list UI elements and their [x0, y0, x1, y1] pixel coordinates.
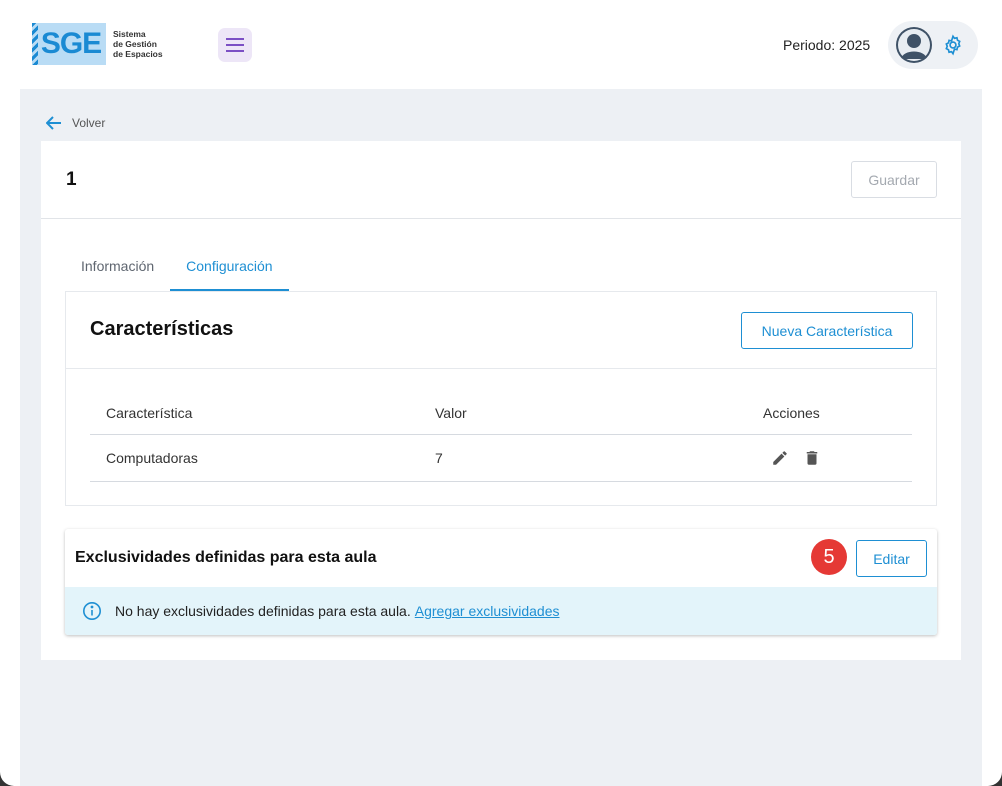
- gear-icon[interactable]: [942, 34, 964, 56]
- pencil-icon[interactable]: [771, 449, 789, 467]
- info-alert: No hay exclusividades definidas para est…: [65, 587, 937, 635]
- column-header-valor: Valor: [419, 392, 747, 435]
- user-icon: [898, 29, 930, 61]
- divider: [66, 368, 936, 369]
- table-row: Computadoras 7: [90, 434, 912, 482]
- caracteristicas-title: Características: [90, 318, 234, 340]
- top-header: SGE Sistema de Gestión de Espacios Perio…: [0, 0, 1002, 89]
- user-menu[interactable]: [888, 21, 978, 69]
- back-label: Volver: [72, 116, 106, 130]
- exclusividades-panel: Exclusividades definidas para esta aula …: [65, 529, 937, 635]
- hamburger-icon: [226, 38, 244, 52]
- logo-subtitle-line-2: de Gestión: [113, 39, 157, 49]
- info-icon: [83, 602, 101, 620]
- column-header-acciones: Acciones: [747, 392, 912, 435]
- trash-icon[interactable]: [803, 449, 821, 467]
- cell-valor: 7: [419, 434, 747, 482]
- caracteristicas-table: Característica Valor Acciones Computador…: [90, 392, 912, 482]
- arrow-left-icon: [46, 116, 61, 130]
- menu-button[interactable]: [218, 28, 252, 62]
- app-window: SGE Sistema de Gestión de Espacios Perio…: [0, 0, 1002, 786]
- column-header-caracteristica: Característica: [90, 392, 419, 435]
- new-caracteristica-button[interactable]: Nueva Característica: [741, 312, 913, 349]
- logo-stripes: [32, 23, 38, 65]
- logo-subtitle-line-1: Sistema: [113, 29, 146, 39]
- logo-mark: SGE: [32, 23, 106, 65]
- logo-text: SGE: [40, 27, 102, 60]
- save-button[interactable]: Guardar: [851, 161, 937, 198]
- periodo-label: Periodo: 2025: [783, 37, 871, 53]
- back-link[interactable]: Volver: [46, 116, 105, 130]
- cell-caracteristica: Computadoras: [90, 434, 419, 482]
- exclusividades-title: Exclusividades definidas para esta aula: [75, 549, 377, 566]
- sge-logo[interactable]: SGE Sistema de Gestión de Espacios: [32, 23, 173, 65]
- divider: [41, 218, 961, 219]
- tab-informacion[interactable]: Información: [65, 254, 170, 291]
- add-exclusividades-link[interactable]: Agregar exclusividades: [415, 603, 560, 619]
- edit-button[interactable]: Editar: [856, 540, 927, 577]
- record-title: 1: [66, 169, 77, 190]
- table-header-row: Característica Valor Acciones: [90, 392, 912, 435]
- tab-configuracion[interactable]: Configuración: [170, 254, 289, 291]
- logo-subtitle: Sistema de Gestión de Espacios: [113, 29, 173, 59]
- logo-subtitle-line-3: de Espacios: [113, 49, 163, 59]
- tab-bar: Información Configuración: [65, 254, 289, 291]
- info-text: No hay exclusividades definidas para est…: [115, 603, 411, 619]
- cell-acciones: [747, 434, 912, 482]
- avatar[interactable]: [896, 27, 932, 63]
- record-card: 1 Guardar Información Configuración Cara…: [41, 141, 961, 660]
- caracteristicas-panel: Características Nueva Característica Car…: [65, 291, 937, 506]
- step-badge: 5: [811, 539, 847, 575]
